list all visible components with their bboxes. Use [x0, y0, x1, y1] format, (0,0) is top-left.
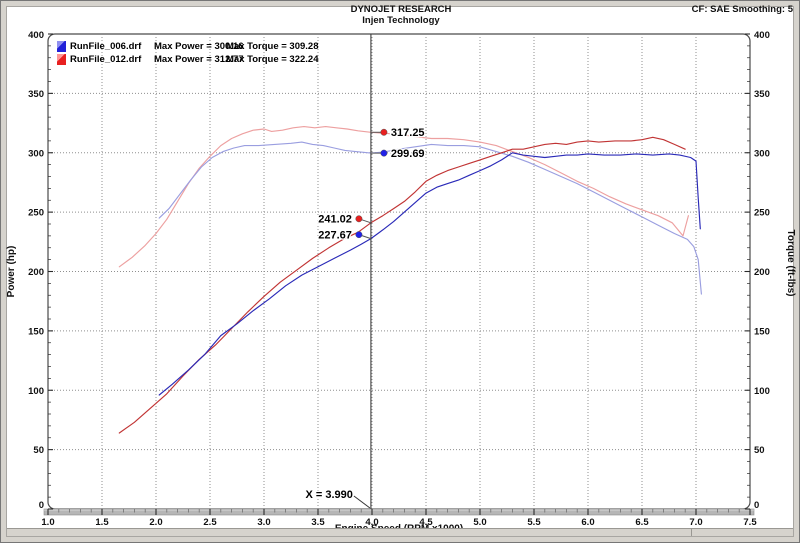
y-axis-title-power: Power (hp) [6, 246, 17, 298]
y-tick-label-left: 100 [28, 386, 44, 397]
legend-file-label: RunFile_006.drf [70, 41, 154, 52]
y-tick-label-left: 400 [28, 30, 44, 41]
legend-row-run006: RunFile_006.drf Max Power = 300.16 Max T… [57, 40, 319, 53]
y-tick-label-right: 350 [754, 89, 770, 100]
legend-max-power: Max Power = 312.77 [154, 54, 226, 65]
y-tick-label-left: 50 [33, 445, 44, 456]
x-tick-label: 3.0 [257, 517, 270, 528]
marker-value-label: 317.25 [391, 127, 425, 139]
y-tick-label-left: 250 [28, 208, 44, 219]
marker-value-label: 299.69 [391, 148, 425, 160]
y-tick-label-left: 350 [28, 89, 44, 100]
cursor-x-label: X = 3.990 [306, 489, 353, 501]
x-tick-label: 1.0 [41, 517, 54, 528]
y-tick-label-left: 200 [28, 267, 44, 278]
x-tick-label: 1.5 [95, 517, 109, 528]
y-axis-title-torque: Torque (ft-lbs) [785, 229, 796, 296]
y-tick-label-left: 150 [28, 326, 44, 337]
dyno-chart[interactable]: 1.01.52.02.53.03.54.04.55.05.56.06.57.07… [1, 1, 800, 534]
marker-dot [356, 231, 362, 237]
dyno-graph-window: 1.01.52.02.53.03.54.04.55.05.56.06.57.07… [0, 0, 800, 543]
legend-max-power: Max Power = 300.16 [154, 41, 226, 52]
x-tick-label: 7.0 [689, 517, 702, 528]
legend: RunFile_006.drf Max Power = 300.16 Max T… [57, 40, 319, 66]
y-tick-label-right: 300 [754, 148, 770, 159]
marker-value-label: 227.67 [318, 229, 352, 241]
x-tick-label: 6.0 [581, 517, 594, 528]
y-tick-label-right: 400 [754, 30, 770, 41]
correction-smoothing-info: CF: SAE Smoothing: 5 [692, 4, 794, 15]
y-tick-label-right: 200 [754, 267, 770, 278]
legend-swatch-red [57, 54, 66, 65]
legend-file-label: RunFile_012.drf [70, 54, 154, 65]
chart-subtitle: Injen Technology [362, 15, 440, 26]
x-tick-label: 2.5 [203, 517, 217, 528]
legend-row-run012: RunFile_012.drf Max Power = 312.77 Max T… [57, 53, 319, 66]
legend-max-torque: Max Torque = 322.24 [226, 54, 319, 65]
y-tick-label-left: 300 [28, 148, 44, 159]
marker-dot [381, 129, 387, 135]
y-tick-label-right: 0 [754, 500, 759, 511]
x-tick-label: 5.5 [527, 517, 541, 528]
x-tick-label: 5.0 [473, 517, 486, 528]
legend-swatch-blue [57, 41, 66, 52]
y-tick-label-left: 0 [39, 500, 44, 511]
y-tick-label-right: 50 [754, 445, 765, 456]
marker-dot [356, 216, 362, 222]
y-tick-label-right: 250 [754, 208, 770, 219]
y-tick-label-right: 100 [754, 386, 770, 397]
status-bar [7, 528, 793, 536]
status-bar-divider [691, 529, 692, 536]
x-tick-label: 6.5 [635, 517, 649, 528]
x-tick-label: 7.5 [743, 517, 757, 528]
x-tick-label: 2.0 [149, 517, 162, 528]
x-tick-label: 3.5 [311, 517, 325, 528]
marker-dot [381, 150, 387, 156]
legend-max-torque: Max Torque = 309.28 [226, 41, 319, 52]
y-tick-label-right: 150 [754, 326, 770, 337]
marker-value-label: 241.02 [318, 214, 352, 226]
chart-title: DYNOJET RESEARCH [351, 4, 452, 15]
